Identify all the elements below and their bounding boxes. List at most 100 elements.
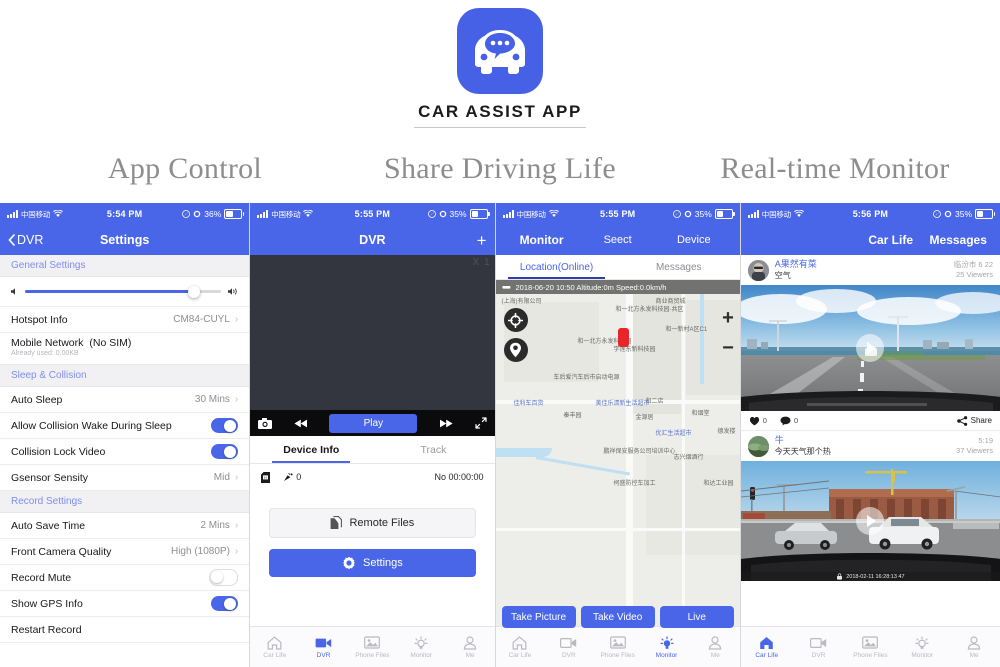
toggle-collision-lock-video[interactable] xyxy=(211,444,239,459)
fullscreen-icon[interactable] xyxy=(474,417,487,429)
tab-car-life[interactable]: Car Life xyxy=(250,635,299,659)
play-overlay-icon[interactable] xyxy=(856,507,885,535)
settings-button[interactable]: Settings xyxy=(269,549,476,577)
title-underline xyxy=(414,127,586,128)
comment-button[interactable]: 0 xyxy=(780,416,798,426)
signal-icon xyxy=(257,210,269,218)
tab-location-online[interactable]: Location(Online) xyxy=(496,255,618,279)
row-label: Show GPS Info xyxy=(11,597,83,610)
signal-icon xyxy=(502,210,514,218)
tab-label: DVR xyxy=(811,652,826,659)
video-zoom-label: X 1 xyxy=(472,257,491,268)
row-show-gps-info[interactable]: Show GPS Info xyxy=(0,591,250,617)
row-auto-sleep[interactable]: Auto Sleep 30 Mins › xyxy=(0,387,250,413)
avatar[interactable] xyxy=(747,259,769,281)
share-button[interactable]: Share xyxy=(956,415,992,426)
map-view[interactable]: 2018-06-20 10:50 Altitude:0m Speed:0.0km… xyxy=(495,280,740,632)
messages-button[interactable]: Messages xyxy=(924,233,992,247)
tab-phone-files[interactable]: Phone Files xyxy=(348,635,397,659)
tab-monitor[interactable]: Monitor xyxy=(896,635,948,659)
tab-monitor[interactable]: Monitor xyxy=(642,635,691,659)
tab-me[interactable]: Me xyxy=(446,635,495,659)
map-block xyxy=(645,455,740,555)
panel-settings: 中国移动 5:54 PM 36% DVR Settings General Se… xyxy=(0,203,251,667)
tab-phone-files[interactable]: Phone Files xyxy=(844,635,896,659)
hero-section: CAR ASSIST APP App Control Share Driving… xyxy=(0,0,1000,203)
like-button[interactable]: 0 xyxy=(749,416,767,426)
video-camera-icon xyxy=(560,635,577,650)
lock-icon xyxy=(837,573,843,580)
slider-fill xyxy=(25,290,194,293)
row-restart-record[interactable]: Restart Record xyxy=(0,617,250,643)
person-icon xyxy=(708,635,722,650)
take-picture-button[interactable]: Take Picture xyxy=(501,606,576,628)
tab-car-life[interactable]: Car Life xyxy=(741,635,793,659)
post-username[interactable]: A果然有菜 xyxy=(775,259,948,270)
tab-label: Phone Files xyxy=(355,652,390,659)
post-username[interactable]: 牛 xyxy=(775,435,950,446)
tab-track[interactable]: Track xyxy=(372,436,494,463)
row-mobile-network[interactable]: Mobile Network (No SIM) Already used: 0.… xyxy=(0,333,250,365)
row-value: (No SIM) xyxy=(89,337,132,349)
map-label: 优汇生活超市 xyxy=(655,431,692,437)
video-preview[interactable]: X 1 xyxy=(250,255,495,410)
post-media-highway[interactable] xyxy=(740,285,1000,411)
fast-forward-icon[interactable] xyxy=(439,419,453,428)
row-allow-collision-wake[interactable]: Allow Collision Wake During Sleep xyxy=(0,413,250,439)
row-collision-lock-video[interactable]: Collision Lock Video xyxy=(0,439,250,465)
nav-bar: Car Life Messages xyxy=(740,225,1000,255)
play-button[interactable]: Play xyxy=(329,413,418,433)
row-label: Auto Sleep xyxy=(11,393,63,406)
bulb-icon xyxy=(915,635,929,650)
take-video-button[interactable]: Take Video xyxy=(580,606,655,628)
tab-me[interactable]: Me xyxy=(691,635,740,659)
post-header: 牛 今天天气那个热 5:19 37 Viewers xyxy=(741,431,1000,461)
volume-slider[interactable] xyxy=(25,285,222,298)
tab-monitor[interactable]: Monitor xyxy=(397,635,446,659)
row-label: Front Camera Quality xyxy=(11,545,112,558)
map-label: 商业商贸城 xyxy=(655,299,686,305)
status-bar: 中国移动 5:55 PM 35% xyxy=(495,203,740,225)
battery-percent: 35% xyxy=(449,209,467,219)
tab-label: Monitor xyxy=(410,652,433,659)
toggle-allow-collision-wake[interactable] xyxy=(211,418,239,433)
row-record-mute[interactable]: Record Mute xyxy=(0,565,250,591)
remote-files-button[interactable]: Remote Files xyxy=(269,508,476,538)
back-button[interactable]: DVR xyxy=(8,233,43,247)
volume-slider-row[interactable] xyxy=(0,277,250,307)
row-hotspot-info[interactable]: Hotspot Info CM84-CUYL › xyxy=(0,307,250,333)
tab-dvr[interactable]: DVR xyxy=(544,635,593,659)
tab-device-info[interactable]: Device Info xyxy=(250,436,372,463)
slider-knob[interactable] xyxy=(187,285,200,298)
play-overlay-icon[interactable] xyxy=(856,334,885,362)
row-auto-save-time[interactable]: Auto Save Time 2 Mins › xyxy=(0,513,250,539)
tab-car-life[interactable]: Car Life xyxy=(496,635,545,659)
sd-card-icon: H xyxy=(261,471,271,483)
tab-dvr[interactable]: DVR xyxy=(793,635,845,659)
camera-icon[interactable] xyxy=(258,417,273,429)
volume-low-icon xyxy=(10,287,19,296)
avatar[interactable] xyxy=(747,435,769,457)
tab-me[interactable]: Me xyxy=(948,635,1000,659)
toggle-show-gps-info[interactable] xyxy=(211,596,239,611)
toggle-record-mute[interactable] xyxy=(209,569,239,586)
tab-phone-files[interactable]: Phone Files xyxy=(593,635,642,659)
row-gsensor-sensity[interactable]: Gsensor Sensity Mid › xyxy=(0,465,250,491)
map-pin-icon[interactable] xyxy=(503,338,528,362)
post-media-intersection[interactable]: 2018-02-11 16:28:13 47 xyxy=(740,461,1000,581)
tab-messages[interactable]: Messages xyxy=(618,255,740,279)
crosshair-icon[interactable] xyxy=(503,308,528,332)
clock: 5:56 PM xyxy=(852,209,889,219)
location-arrow-icon xyxy=(427,210,436,218)
select-button[interactable]: Seect xyxy=(580,234,656,246)
zoom-out-button[interactable]: − xyxy=(722,338,734,358)
device-button[interactable]: Device xyxy=(656,234,732,246)
vehicle-marker[interactable] xyxy=(617,328,629,347)
tab-dvr[interactable]: DVR xyxy=(299,635,348,659)
rewind-icon[interactable] xyxy=(294,419,308,428)
zoom-in-button[interactable]: + xyxy=(722,308,734,328)
add-device-button[interactable]: + xyxy=(477,232,487,249)
clock: 5:55 PM xyxy=(599,209,636,219)
live-button[interactable]: Live xyxy=(659,606,734,628)
row-front-camera-quality[interactable]: Front Camera Quality High (1080P) › xyxy=(0,539,250,565)
